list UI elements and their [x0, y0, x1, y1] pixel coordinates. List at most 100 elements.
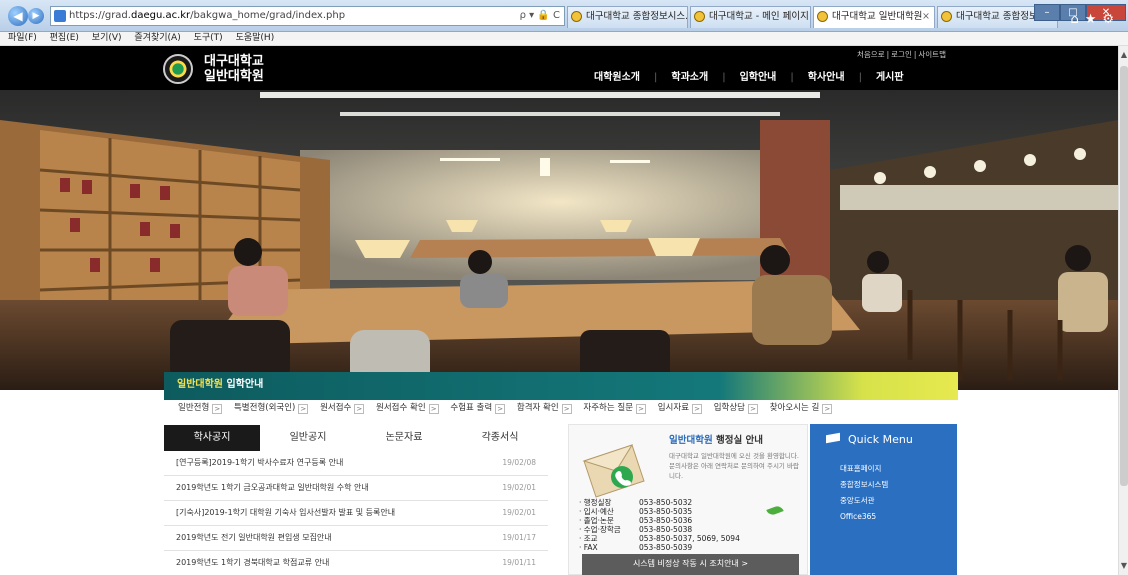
- browser-menubar: 파일(F) 편집(E) 보기(V) 즐겨찾기(A) 도구(T) 도움말(H): [0, 32, 1128, 46]
- contact-row: · 조교 053-850-5037, 5069, 5094: [579, 534, 740, 543]
- nav-separator: |: [654, 72, 658, 83]
- page-scrollbar[interactable]: ▲ ▼: [1118, 46, 1128, 575]
- close-tab-icon[interactable]: ×: [922, 7, 930, 27]
- url-prefix: https://grad.: [69, 10, 131, 21]
- contact-value: 053-850-5039: [639, 543, 693, 552]
- site-logo-text[interactable]: 대구대학교 일반대학원: [204, 54, 264, 84]
- arrow-icon: >: [561, 404, 572, 414]
- tab-favicon-icon: [817, 11, 828, 22]
- notice-title: 2019학년도 1학기 경북대학교 학점교류 안내: [176, 558, 330, 567]
- admission-link-apply-check[interactable]: 원서접수 확인 >: [376, 401, 439, 414]
- admission-link-directions[interactable]: 찾아오시는 길 >: [770, 401, 833, 414]
- quick-link-library[interactable]: 중앙도서관: [840, 493, 888, 509]
- notice-row[interactable]: [기숙사]2019-1학기 대학원 기숙사 입사선발자 발표 및 등록안내 19/…: [164, 501, 548, 526]
- link-label: 수험표 출력: [450, 403, 493, 413]
- browser-toolbar-icons[interactable]: ⌂★⚙: [1070, 12, 1120, 27]
- quick-link-main-homepage[interactable]: 대표홈페이지: [840, 461, 888, 477]
- back-icon[interactable]: ◀: [8, 6, 28, 26]
- forward-icon[interactable]: ▶: [28, 8, 44, 24]
- tab-label: 대구대학교 일반대학원: [832, 11, 923, 22]
- quick-menu-title: Quick Menu: [826, 432, 913, 446]
- system-error-guide-button[interactable]: 시스템 비정상 작동 시 조치안내 >: [582, 554, 799, 575]
- nav-academic[interactable]: 학사안내: [808, 68, 845, 83]
- admission-link-results[interactable]: 합격자 확인 >: [517, 401, 572, 414]
- contact-value: 053-850-5036: [639, 516, 693, 525]
- browser-tab-1[interactable]: 대구대학교 종합정보시스...: [567, 6, 688, 28]
- admission-link-general[interactable]: 일반전형 >: [178, 401, 223, 414]
- browser-tab-3[interactable]: 대구대학교 일반대학원 ×: [813, 6, 935, 28]
- notice-title: [기숙사]2019-1학기 대학원 기숙사 입사선발자 발표 및 등록안내: [176, 508, 396, 517]
- tab-label: 대구대학교 - 메인 페이지: [709, 11, 809, 22]
- link-label: 특별전형(외국인): [233, 403, 296, 413]
- nav-admission[interactable]: 입학안내: [740, 68, 777, 83]
- quick-link-office365[interactable]: Office365: [840, 509, 888, 525]
- notice-row[interactable]: [연구등록]2019-1학기 박사수료자 연구등록 안내 19/02/08: [164, 451, 548, 476]
- tab-general-notice[interactable]: 일반공지: [260, 425, 356, 451]
- notice-date: 19/01/11: [502, 558, 536, 567]
- util-home-link[interactable]: 처음으로: [857, 50, 885, 59]
- menu-file[interactable]: 파일(F): [8, 33, 37, 43]
- browser-tab-2[interactable]: 대구대학교 - 메인 페이지: [690, 6, 811, 28]
- phone-envelope-icon: [582, 444, 645, 498]
- menu-edit[interactable]: 편집(E): [50, 33, 79, 43]
- util-sitemap-link[interactable]: 사이트맵: [918, 50, 946, 59]
- contact-row: · FAX 053-850-5039: [579, 543, 740, 552]
- scroll-thumb[interactable]: [1120, 66, 1128, 486]
- address-bar[interactable]: https://grad.daegu.ac.kr/bakgwa_home/gra…: [50, 6, 565, 26]
- menu-favorites[interactable]: 즐겨찾기(A): [134, 33, 180, 43]
- admission-link-materials[interactable]: 입시자료 >: [657, 401, 703, 414]
- contact-label: · 행정실장: [579, 498, 612, 507]
- tab-academic-notice[interactable]: 학사공지: [164, 425, 260, 451]
- quick-link-info-system[interactable]: 종합정보시스템: [840, 477, 888, 493]
- address-bar-icons[interactable]: ρ ▾ 🔒 C: [520, 7, 560, 25]
- arrow-icon: >: [212, 404, 223, 414]
- notice-row[interactable]: 2019학년도 전기 일반대학원 편입생 모집안내 19/01/17: [164, 526, 548, 551]
- arrow-icon: >: [748, 404, 758, 414]
- tab-label: 대구대학교 종합정보시스...: [586, 11, 688, 22]
- admission-link-foreign[interactable]: 특별전형(외국인) >: [233, 401, 309, 414]
- quick-menu-title-text: Quick Menu: [848, 433, 913, 446]
- util-login-link[interactable]: 로그인: [891, 50, 912, 59]
- contact-row: · 행정실장 053-850-5032: [579, 498, 740, 507]
- logo-line-1: 대구대학교: [204, 54, 264, 69]
- tab-favicon-icon: [694, 11, 705, 22]
- notice-date: 19/02/08: [502, 458, 536, 467]
- link-label: 입학상담: [713, 403, 745, 413]
- nav-departments[interactable]: 학과소개: [671, 68, 708, 83]
- admission-link-admit-card[interactable]: 수험표 출력 >: [450, 401, 506, 414]
- scroll-up-icon[interactable]: ▲: [1119, 50, 1128, 62]
- nav-board[interactable]: 게시판: [876, 68, 904, 83]
- link-label: 찾아오시는 길: [769, 403, 820, 413]
- library-photo: [0, 90, 1118, 390]
- site-favicon-icon: [54, 10, 66, 22]
- menu-tools[interactable]: 도구(T): [194, 33, 223, 43]
- minimize-icon[interactable]: –: [1034, 4, 1060, 21]
- utility-links: 처음으로 | 로그인 | 사이트맵: [857, 50, 946, 59]
- arrow-icon: >: [354, 404, 365, 414]
- link-label: 입시자료: [657, 403, 690, 413]
- url-domain: daegu.ac.kr: [130, 10, 191, 21]
- arrow-icon: >: [692, 404, 703, 414]
- scroll-down-icon[interactable]: ▼: [1119, 561, 1128, 573]
- notice-row[interactable]: 2019학년도 1학기 경북대학교 학점교류 안내 19/01/11: [164, 551, 548, 575]
- admission-link-consult[interactable]: 입학상담 >: [714, 401, 758, 414]
- contact-label: · 조교: [579, 534, 598, 543]
- menu-view[interactable]: 보기(V): [92, 33, 122, 43]
- nav-about[interactable]: 대학원소개: [594, 68, 640, 83]
- notice-row[interactable]: 2019학년도 1학기 금오공과대학교 일반대학원 수학 안내 19/02/01: [164, 476, 548, 501]
- arrow-icon: >: [428, 404, 439, 414]
- contact-label: · 수업·장학금: [579, 525, 621, 534]
- graduation-cap-icon: [826, 432, 840, 444]
- logo-line-2: 일반대학원: [204, 69, 264, 84]
- office-title-rest: 행정실 안내: [712, 435, 764, 446]
- admission-link-apply[interactable]: 원서접수 >: [320, 401, 365, 414]
- tab-forms[interactable]: 각종서식: [452, 425, 548, 451]
- notice-title: 2019학년도 1학기 금오공과대학교 일반대학원 수학 안내: [176, 483, 369, 492]
- notice-date: 19/02/01: [502, 483, 536, 492]
- admission-link-faq[interactable]: 자주하는 질문 >: [583, 401, 647, 414]
- arrow-icon: >: [636, 404, 647, 414]
- tab-thesis-materials[interactable]: 논문자료: [356, 425, 452, 451]
- university-logo-icon[interactable]: [163, 54, 193, 84]
- menu-help[interactable]: 도움말(H): [236, 33, 275, 43]
- nav-separator: |: [790, 72, 794, 83]
